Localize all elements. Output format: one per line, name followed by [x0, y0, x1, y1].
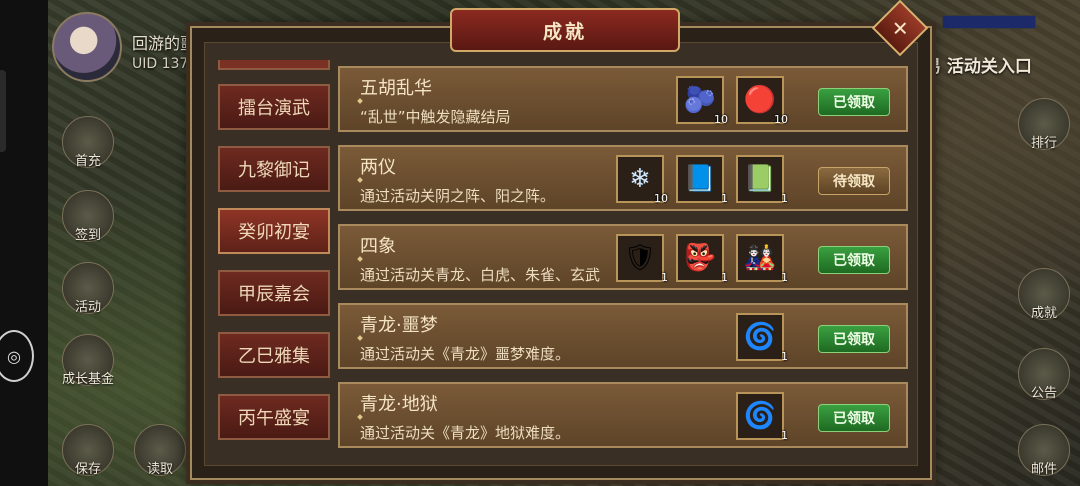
achievement-row: 青龙·地狱 通过活动关《青龙》地狱难度。 🌀 1 已领取	[338, 382, 908, 448]
reward-count: 1	[721, 271, 728, 284]
tab-list-top	[218, 60, 330, 70]
reward-count: 1	[781, 192, 788, 205]
activity-icon[interactable]: 活动	[62, 262, 114, 315]
device-notch	[0, 70, 6, 152]
growth-fund-label: 成长基金	[62, 372, 115, 387]
save-label: 保存	[74, 462, 101, 477]
reward-item[interactable]: 🎎 1	[736, 234, 788, 284]
player-uid: UID 1372	[132, 56, 198, 72]
blue-fruit-icon: 🫐	[683, 85, 717, 115]
sign-in-icon[interactable]: 签到	[62, 190, 114, 243]
tab-bingwu[interactable]: 丙午盛宴	[218, 394, 330, 440]
achievement-title: 四象	[360, 236, 396, 257]
scroll-icon: 🌀	[743, 401, 777, 431]
announcement-icon[interactable]: 公告	[1018, 348, 1070, 401]
achievement-title: 五胡乱华	[360, 78, 432, 99]
reward-count: 10	[774, 113, 788, 126]
reward-count: 1	[661, 271, 668, 284]
reward-item[interactable]: 🫐 10	[676, 76, 728, 126]
achievement-desc: “乱世”中触发隐藏结局	[360, 108, 511, 126]
green-book-icon: 📗	[743, 164, 777, 194]
reward-item[interactable]: 📗 1	[736, 155, 788, 205]
ranking-icon[interactable]: 排行	[1018, 98, 1070, 151]
reward-item[interactable]: 📘 1	[676, 155, 728, 205]
announcement-label: 公告	[1030, 386, 1057, 401]
achievement-row: 五胡乱华 “乱世”中触发隐藏结局 🫐 10 🔴 10 已领取	[338, 66, 908, 132]
achievement-row: 两仪 通过活动关阴之阵、阳之阵。 ❄ 10 📘 1 📗 1 待领取	[338, 145, 908, 211]
ranking-label: 排行	[1030, 136, 1057, 151]
avatar[interactable]	[52, 12, 122, 82]
claimed-button[interactable]: 已领取	[818, 88, 890, 116]
claimed-button[interactable]: 已领取	[818, 246, 890, 274]
growth-fund-icon[interactable]: 成长基金	[62, 334, 115, 387]
achievement-desc: 通过活动关青龙、白虎、朱雀、玄武	[360, 266, 601, 284]
first-recharge-icon[interactable]: 首充	[62, 116, 114, 169]
achievement-panel: 成就 ✕ 擂台演武 九黎御记 癸卯初宴 甲辰嘉会 乙巳雅集 丙午盛宴 五胡乱华 …	[190, 0, 932, 480]
panel-title: 成就	[542, 20, 587, 43]
reward-item[interactable]: 👺 1	[676, 234, 728, 284]
load-icon[interactable]: 读取	[134, 424, 186, 477]
claimed-button[interactable]: 已领取	[818, 325, 890, 353]
panel-title-plate: 成就	[450, 8, 680, 52]
resource-bar	[942, 15, 1036, 29]
reward-item[interactable]: 🔴 10	[736, 76, 788, 126]
player-info[interactable]: 回游的噩 UID 1372	[52, 12, 197, 82]
dark-armor-icon: 🎎	[743, 243, 777, 273]
activity-label: 活动	[74, 300, 101, 315]
achievement-desc: 通过活动关《青龙》地狱难度。	[360, 424, 571, 442]
reward-count: 1	[721, 192, 728, 205]
sign-in-label: 签到	[74, 228, 101, 243]
reward-count: 10	[714, 113, 728, 126]
achievement-title: 青龙·地狱	[360, 394, 438, 415]
achievement-row: 青龙·噩梦 通过活动关《青龙》噩梦难度。 🌀 1 已领取	[338, 303, 908, 369]
achievement-desc: 通过活动关《青龙》噩梦难度。	[360, 345, 571, 363]
mail-label: 邮件	[1030, 462, 1057, 477]
tab-jiachen[interactable]: 甲辰嘉会	[218, 270, 330, 316]
close-icon: ✕	[891, 15, 909, 40]
achievement-title: 两仪	[360, 157, 396, 178]
player-name: 回游的噩	[132, 34, 197, 53]
reward-item[interactable]: 🌀 1	[736, 392, 788, 442]
tab-guimao[interactable]: 癸卯初宴	[218, 208, 330, 254]
crystal-icon: ❄	[629, 164, 651, 194]
reward-item[interactable]: 🛡 1	[616, 234, 668, 284]
achievement-icon[interactable]: 成就	[1018, 268, 1070, 321]
achievement-row: 四象 通过活动关青龙、白虎、朱雀、玄武 🛡 1 👺 1 🎎 1 已领取	[338, 224, 908, 290]
claim-button[interactable]: 待领取	[818, 167, 890, 195]
armor-icon: 🛡	[623, 243, 657, 273]
reward-item[interactable]: 🌀 1	[736, 313, 788, 363]
tab-leitai[interactable]: 擂台演武	[218, 84, 330, 130]
red-gem-icon: 🔴	[743, 85, 777, 115]
first-recharge-label: 首充	[74, 154, 101, 169]
reward-count: 1	[781, 350, 788, 363]
load-label: 读取	[146, 462, 173, 477]
achievement-title: 青龙·噩梦	[360, 315, 438, 336]
scroll-icon: 🌀	[743, 322, 777, 352]
reward-count: 10	[654, 192, 668, 205]
tab-jiuli[interactable]: 九黎御记	[218, 146, 330, 192]
save-icon[interactable]: 保存	[62, 424, 114, 477]
blue-book-icon: 📘	[683, 164, 717, 194]
reward-count: 1	[781, 429, 788, 442]
floating-assist-button[interactable]: ◎	[0, 330, 34, 382]
red-armor-icon: 👺	[683, 243, 717, 273]
reward-item[interactable]: ❄ 10	[616, 155, 668, 205]
achievement-label: 成就	[1030, 306, 1057, 321]
activity-entrance-banner[interactable]: 易 活动关入口	[924, 52, 1032, 77]
achievement-desc: 通过活动关阴之阵、阳之阵。	[360, 187, 556, 205]
claimed-button[interactable]: 已领取	[818, 404, 890, 432]
tab-yisi[interactable]: 乙巳雅集	[218, 332, 330, 378]
reward-count: 1	[781, 271, 788, 284]
mail-icon[interactable]: 邮件	[1018, 424, 1070, 477]
device-edge: ◎	[0, 0, 48, 486]
